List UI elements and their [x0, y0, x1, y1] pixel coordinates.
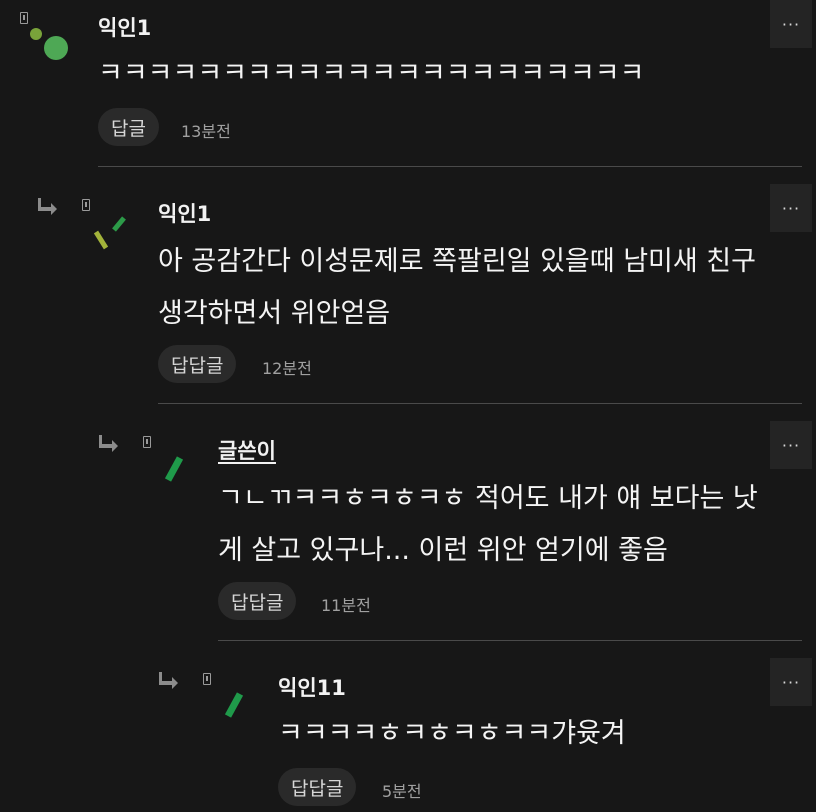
reply-button[interactable]: 답답글	[158, 345, 237, 383]
reply-button[interactable]: 답글	[98, 108, 159, 146]
divider	[98, 166, 802, 167]
divider	[158, 403, 802, 404]
comment-author[interactable]: 익인11	[278, 672, 346, 702]
more-options-button[interactable]: ···	[770, 184, 812, 232]
comment-author[interactable]: 익인1	[158, 198, 211, 228]
avatar	[164, 456, 184, 482]
level-badge-icon	[203, 673, 211, 685]
comment-text-line: ㄱㄴㄲㅋㅋㅎㅋㅎㅋㅎ 적어도 내가 얘 보다는 낫	[218, 483, 758, 514]
comment-author[interactable]: 익인1	[98, 12, 151, 42]
more-options-button[interactable]: ···	[770, 658, 812, 706]
comment-time: 5분전	[382, 782, 422, 801]
reply-button[interactable]: 답답글	[218, 582, 297, 620]
comment-time: 13분전	[181, 122, 231, 141]
comment-text-line: 아 공감간다 이성문제로 쪽팔린일 있을때 남미새 친구	[158, 246, 756, 277]
reply-arrow-icon	[99, 435, 118, 452]
reply-arrow-icon	[159, 672, 178, 689]
comment-text-line: 생각하면서 위안얻음	[158, 298, 391, 329]
comment-text-line: ㅋㅋㅋㅋㅎㅋㅎㅋㅎㅋㅋ갸윳겨	[278, 718, 626, 749]
avatar	[224, 692, 244, 718]
comment-text-line: ㅋㅋㅋㅋㅋㅋㅋㅋㅋㅋㅋㅋㅋㅋㅋㅋㅋㅋㅋㅋㅋㅋ	[98, 58, 645, 89]
comment-time: 11분전	[321, 596, 371, 615]
level-badge-icon	[82, 199, 90, 211]
level-badge-icon	[143, 436, 151, 448]
avatar	[93, 216, 126, 250]
more-options-button[interactable]: ···	[770, 421, 812, 469]
reply-arrow-icon	[38, 198, 57, 215]
reply-button[interactable]: 답답글	[278, 768, 357, 806]
comment-time: 12분전	[262, 359, 312, 378]
divider	[218, 640, 802, 641]
comment-author[interactable]: 글쓴이	[218, 435, 276, 465]
more-options-button[interactable]: ···	[770, 0, 812, 48]
avatar	[30, 28, 68, 60]
comment-text-line: 게 살고 있구나... 이런 위안 얻기에 좋음	[218, 535, 668, 566]
